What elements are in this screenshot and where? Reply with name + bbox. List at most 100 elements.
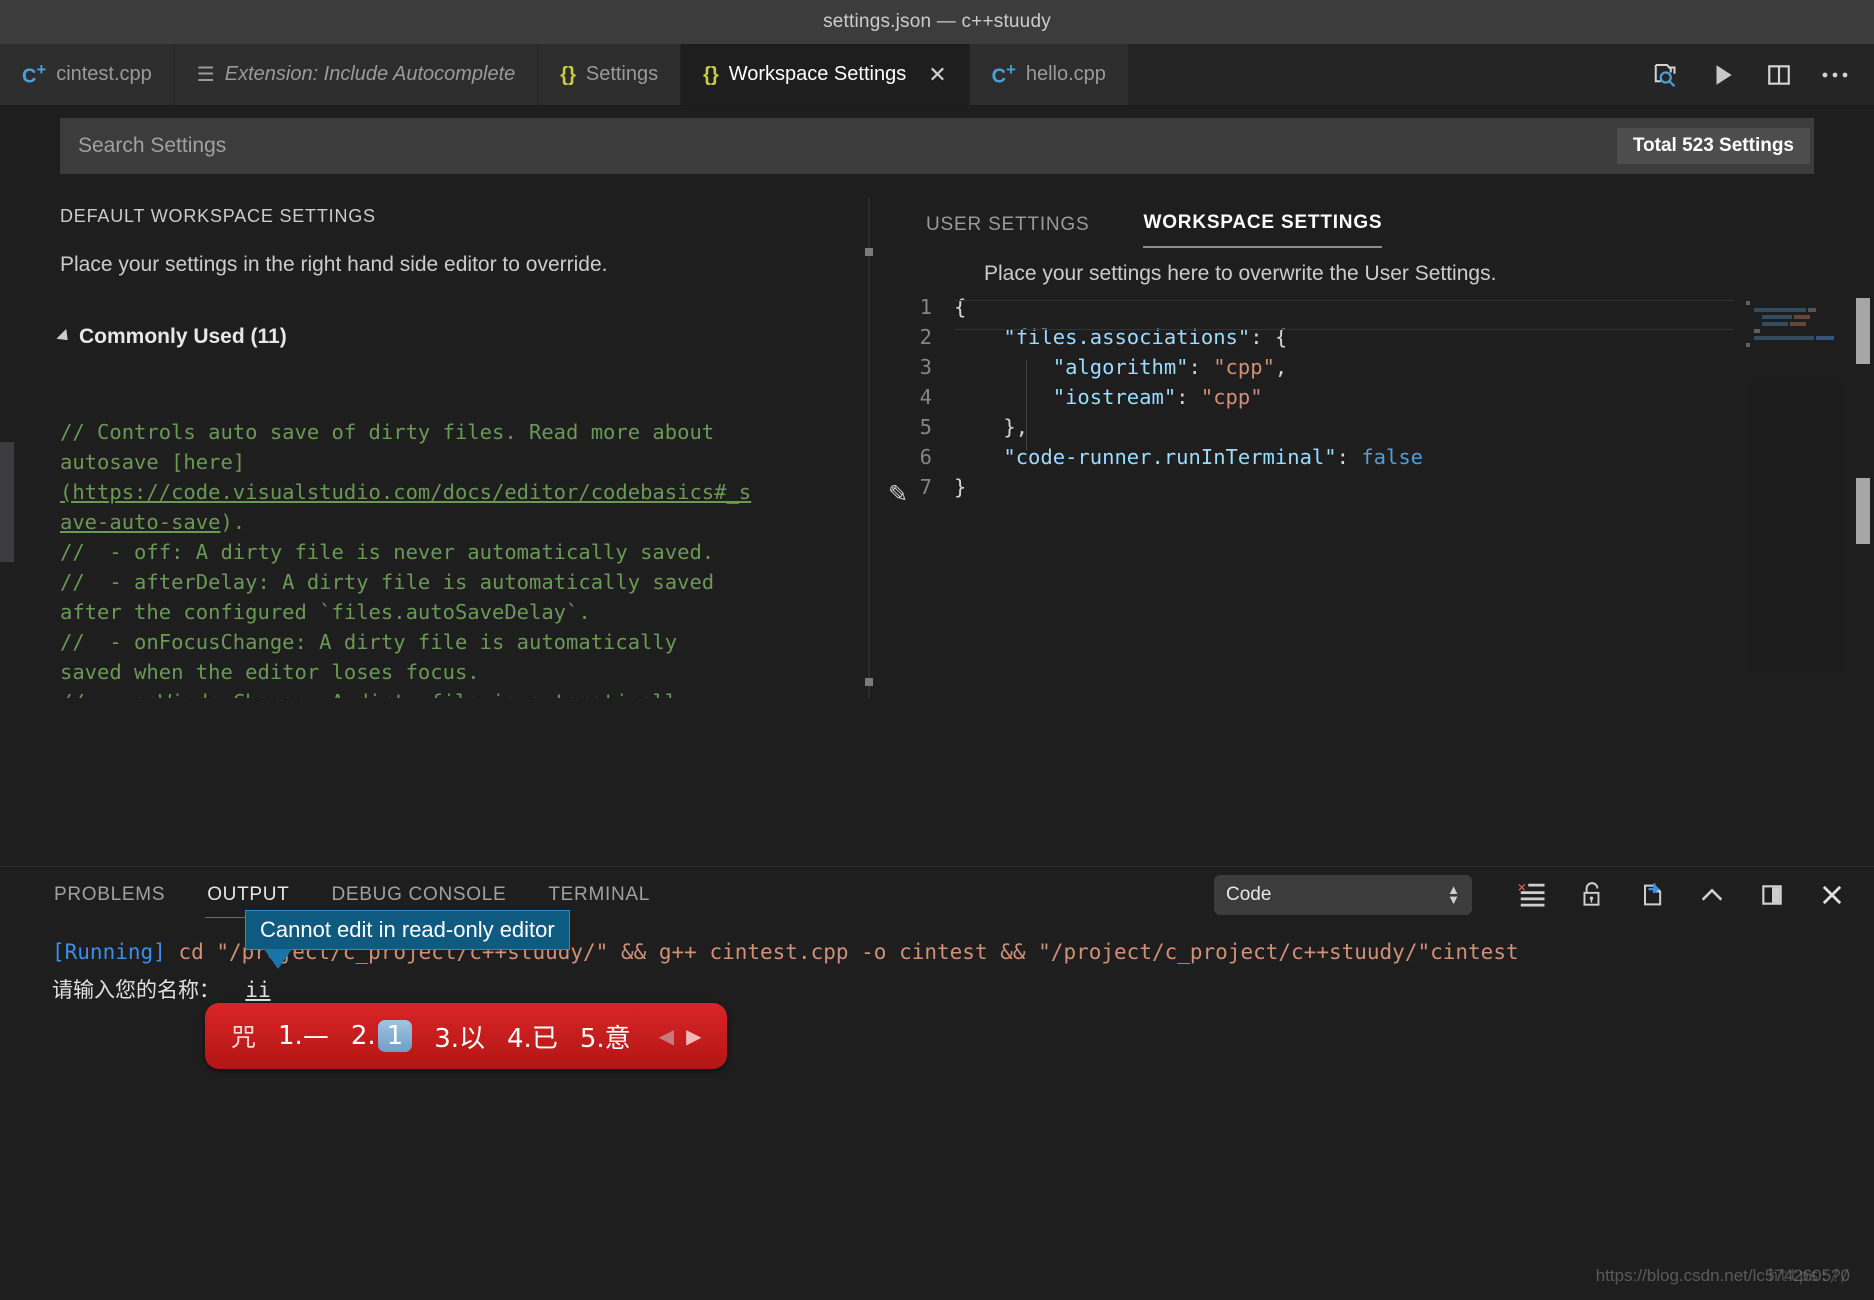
tab-cintest-cpp[interactable]: C+ cintest.cpp bbox=[0, 44, 175, 105]
pencil-edit-icon[interactable]: ✎ bbox=[888, 480, 908, 509]
line-number: 7 bbox=[919, 475, 932, 499]
tab-label: Extension: Include Autocomplete bbox=[224, 63, 516, 85]
chevron-updown-icon: ▲ ▼ bbox=[1447, 882, 1460, 907]
current-line-highlight bbox=[954, 300, 1734, 330]
watermark-front: https://blog.csdn.net/lc5742605?0 bbox=[1595, 1266, 1850, 1285]
split-editor-icon[interactable] bbox=[1764, 60, 1794, 90]
line-number: 6 bbox=[919, 445, 932, 469]
tab-extension-include-autocomplete[interactable]: ☰ Extension: Include Autocomplete bbox=[174, 44, 539, 105]
ime-candidate-5[interactable]: 5.意 bbox=[580, 1018, 631, 1055]
tab-settings[interactable]: {} Settings bbox=[538, 44, 682, 105]
cpp-file-icon: C+ bbox=[991, 60, 1016, 88]
panel-actions: Code ▲ ▼ ✕ bbox=[1214, 875, 1848, 915]
group-commonly-used[interactable]: Commonly Used (11) bbox=[56, 325, 868, 349]
tab-label: Settings bbox=[585, 63, 659, 85]
output-running-prefix: [Running] bbox=[52, 940, 166, 964]
comment-line: // - off: A dirty file is never automati… bbox=[60, 540, 715, 564]
json-editor[interactable]: ✎ 1{2 "files.associations": {3 "algorith… bbox=[870, 292, 1874, 672]
code-line: 5 }, bbox=[870, 412, 1874, 442]
maximize-panel-icon[interactable] bbox=[1756, 879, 1788, 911]
close-panel-icon[interactable] bbox=[1816, 879, 1848, 911]
comment-line: // Controls auto save of dirty files. Re… bbox=[60, 420, 715, 444]
ime-candidate-4[interactable]: 4.已 bbox=[507, 1018, 558, 1055]
lock-scroll-icon[interactable] bbox=[1576, 879, 1608, 911]
workspace-settings-pane: USER SETTINGS WORKSPACE SETTINGS Place y… bbox=[870, 198, 1874, 698]
code-text: } bbox=[954, 475, 967, 499]
output-channel-select[interactable]: Code ▲ ▼ bbox=[1214, 875, 1472, 915]
editor-scrollbar-thumb-top[interactable] bbox=[1856, 298, 1870, 364]
selected-channel: Code bbox=[1226, 884, 1272, 905]
comment-line: // - afterDelay: A dirty file is automat… bbox=[60, 570, 715, 594]
line-number: 5 bbox=[919, 415, 932, 439]
search-input[interactable]: Search Settings Total 523 Settings bbox=[60, 118, 1814, 174]
code-line: 4 "iostream": "cpp" bbox=[870, 382, 1874, 412]
settings-doc-link-cont[interactable]: ave-auto-save bbox=[60, 510, 220, 534]
code-line: 6 "code-runner.runInTerminal": false bbox=[870, 442, 1874, 472]
code-line: 3 "algorithm": "cpp", bbox=[870, 352, 1874, 382]
json-braces-icon: {} bbox=[703, 63, 719, 86]
open-preview-icon[interactable] bbox=[1652, 60, 1682, 90]
ime-candidate-3[interactable]: 3.以 bbox=[434, 1018, 485, 1055]
code-text: }, bbox=[1003, 415, 1029, 439]
tab-label: OUTPUT bbox=[207, 884, 290, 905]
pane-title: DEFAULT WORKSPACE SETTINGS bbox=[60, 206, 376, 226]
comment-line: // - onFocusChange: A dirty file is auto… bbox=[60, 630, 678, 654]
line-number: 2 bbox=[919, 325, 932, 349]
default-settings-code: // Controls auto save of dirty files. Re… bbox=[60, 387, 868, 698]
line-number: 1 bbox=[919, 295, 932, 319]
comment-line: // - onWindowChange: A dirty file is aut… bbox=[60, 690, 689, 698]
tab-label: hello.cpp bbox=[1025, 63, 1106, 85]
settings-scope-tabs: USER SETTINGS WORKSPACE SETTINGS bbox=[870, 198, 1874, 248]
collapse-panel-icon[interactable] bbox=[1696, 879, 1728, 911]
search-placeholder: Search Settings bbox=[78, 134, 227, 157]
clear-output-icon[interactable]: ✕ bbox=[1516, 879, 1548, 911]
ime-candidate-1[interactable]: 1.— bbox=[278, 1021, 329, 1051]
ime-prev-page-icon[interactable]: ◀ bbox=[659, 1024, 674, 1049]
output-ime-composition: ii bbox=[245, 978, 271, 1002]
comment-line: saved when the editor loses focus. bbox=[60, 660, 480, 684]
tab-label: WORKSPACE SETTINGS bbox=[1143, 212, 1383, 233]
open-in-editor-icon[interactable] bbox=[1636, 879, 1668, 911]
indent-guide bbox=[1026, 360, 1027, 450]
extension-icon: ☰ bbox=[196, 63, 215, 86]
editor-minimap[interactable] bbox=[1746, 292, 1846, 672]
tab-workspace-settings-scope[interactable]: WORKSPACE SETTINGS bbox=[1143, 212, 1383, 248]
tab-label: DEBUG CONSOLE bbox=[331, 884, 507, 905]
run-code-icon[interactable] bbox=[1708, 60, 1738, 90]
tab-user-settings[interactable]: USER SETTINGS bbox=[926, 214, 1089, 248]
link-tail: ). bbox=[220, 510, 246, 534]
close-icon[interactable]: ✕ bbox=[928, 63, 946, 86]
settings-doc-link[interactable]: (https://code.visualstudio.com/docs/edit… bbox=[60, 480, 751, 504]
chevron-down-icon bbox=[56, 328, 73, 346]
editor-tabbar: C+ cintest.cpp ☰ Extension: Include Auto… bbox=[0, 44, 1874, 106]
more-actions-icon[interactable] bbox=[1820, 60, 1850, 90]
ime-page-arrows: ◀ ▶ bbox=[659, 1024, 702, 1049]
tab-workspace-settings[interactable]: {} Workspace Settings ✕ bbox=[681, 44, 970, 105]
vscode-window: settings.json — c++stuudy C+ cintest.cpp… bbox=[0, 0, 1874, 1300]
code-text: "iostream": "cpp" bbox=[1052, 385, 1263, 409]
tab-label: cintest.cpp bbox=[56, 63, 152, 85]
tab-label: USER SETTINGS bbox=[926, 214, 1090, 235]
line-number: 3 bbox=[919, 355, 932, 379]
ime-next-page-icon[interactable]: ▶ bbox=[686, 1024, 701, 1049]
cpp-file-icon: C+ bbox=[22, 60, 47, 88]
ime-candidate-bar[interactable]: 咒 1.— 2. 1 3.以 4.已 5.意 ◀ ▶ bbox=[205, 1003, 728, 1069]
ime-candidate-2[interactable]: 2. 1 bbox=[351, 1020, 413, 1052]
tab-hello-cpp[interactable]: C+ hello.cpp bbox=[969, 44, 1129, 105]
settings-search-row: Search Settings Total 523 Settings bbox=[0, 106, 1874, 174]
editor-scrollbar-thumb[interactable] bbox=[1856, 478, 1870, 544]
pane-subtitle: Place your settings in the right hand si… bbox=[60, 253, 608, 276]
json-braces-icon: {} bbox=[560, 63, 576, 86]
default-settings-pane: DEFAULT WORKSPACE SETTINGS Place your se… bbox=[0, 198, 868, 698]
comment-line: after the configured `files.autoSaveDela… bbox=[60, 600, 591, 624]
window-title: settings.json — c++stuudy bbox=[823, 11, 1051, 32]
code-line: 7} bbox=[870, 472, 1874, 502]
window-titlebar: settings.json — c++stuudy bbox=[0, 0, 1874, 44]
tooltip-text: Cannot edit in read-only editor bbox=[260, 917, 555, 942]
left-pane-scrollbar-thumb[interactable] bbox=[0, 442, 14, 562]
output-prompt: 请输入您的名称： bbox=[52, 978, 220, 1002]
ime-logo-icon: 咒 bbox=[231, 1023, 257, 1052]
workspace-settings-note: Place your settings here to overwrite th… bbox=[984, 262, 1497, 285]
panel-tab-problems[interactable]: PROBLEMS bbox=[52, 870, 167, 920]
settings-panes: DEFAULT WORKSPACE SETTINGS Place your se… bbox=[0, 198, 1874, 698]
